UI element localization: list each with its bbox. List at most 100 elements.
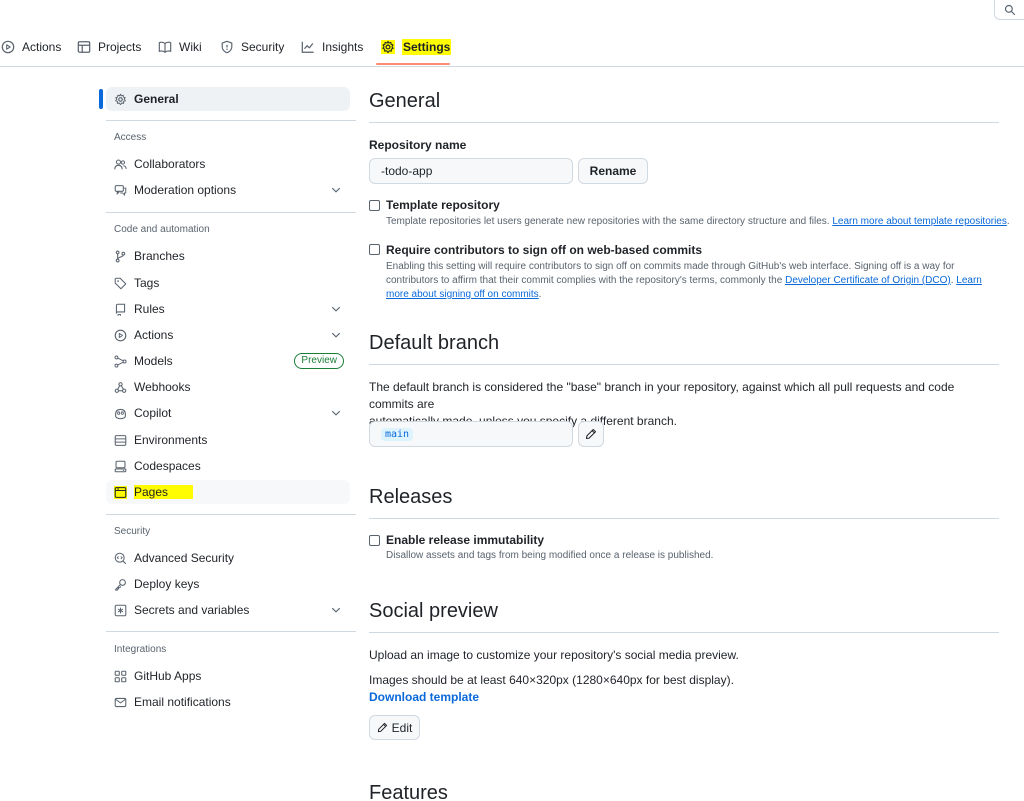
sidebar-item-label: Copilot [134, 406, 172, 420]
tab-label: Projects [98, 40, 142, 54]
sidebar-item-copilot[interactable]: Copilot [106, 401, 350, 425]
sidebar-item-label: Email notifications [134, 695, 231, 709]
section-title-default-branch: Default branch [369, 332, 500, 354]
description-text: Template repositories let users generate… [386, 216, 830, 227]
signoff-checkbox[interactable] [369, 244, 380, 255]
social-preview-description: Upload an image to customize your reposi… [369, 648, 739, 662]
selected-indicator [99, 89, 103, 109]
download-template-link[interactable]: Download template [369, 690, 479, 704]
sidebar-item-label: GitHub Apps [134, 669, 202, 683]
tab-label: Security [241, 40, 285, 54]
section-title-social-preview: Social preview [369, 600, 498, 622]
section-heading-access: Access [114, 132, 147, 143]
asterisk-icon [114, 604, 127, 616]
sidebar-item-tags[interactable]: Tags [106, 271, 350, 295]
sidebar-item-general[interactable]: General [106, 87, 350, 111]
repo-nav: Actions Projects Wiki Security Insights … [0, 0, 1024, 67]
play-circle-icon [114, 329, 127, 341]
section-title-releases: Releases [369, 486, 453, 508]
learn-more-template-link[interactable]: Learn more about template repositories [832, 216, 1007, 227]
description-line: more about signing off on commits. [386, 288, 996, 302]
tab-security[interactable]: Security [220, 36, 284, 58]
sidebar-item-label: Environments [134, 433, 208, 447]
description-line: Enabling this setting will require contr… [386, 261, 955, 272]
divider [369, 518, 999, 519]
search-button[interactable] [994, 0, 1024, 20]
sidebar-item-label: Deploy keys [134, 577, 200, 591]
edit-default-branch-button[interactable] [578, 421, 604, 447]
sidebar-item-webhooks[interactable]: Webhooks [106, 375, 350, 399]
default-branch-field: main [369, 421, 573, 447]
tab-label: Actions [22, 40, 62, 54]
comment-discussion-icon [114, 184, 127, 196]
section-title-general: General [369, 90, 441, 112]
template-repository-description: Template repositories let users generate… [386, 215, 1010, 229]
period: . [1006, 216, 1010, 227]
codescan-icon [114, 552, 127, 564]
sidebar-item-actions[interactable]: Actions [106, 323, 350, 347]
learn-more-signoff-link[interactable]: more about signing off on commits [386, 289, 539, 300]
book-icon [158, 41, 172, 53]
description-line: The default branch is considered the "ba… [369, 380, 955, 411]
period: . [538, 289, 542, 300]
sidebar-item-email-notifications[interactable]: Email notifications [106, 690, 350, 714]
release-immutability-checkbox[interactable] [369, 535, 380, 546]
webhook-icon [114, 381, 127, 393]
pencil-icon [377, 722, 387, 733]
repo-name-value: -todo-app [381, 164, 433, 178]
sidebar-item-models[interactable]: Models Preview [106, 349, 350, 373]
description-text: contributors to affirm that their commit… [386, 275, 783, 286]
chevron-down-icon [332, 332, 340, 338]
divider [106, 212, 356, 213]
social-preview-size-hint: Images should be at least 640×320px (128… [369, 673, 734, 687]
graph-icon [301, 41, 314, 53]
sidebar-item-branches[interactable]: Branches [106, 244, 350, 268]
server-icon [114, 434, 127, 446]
repo-name-input[interactable]: -todo-app [369, 158, 573, 184]
template-repository-checkbox[interactable] [369, 200, 380, 211]
tab-label: Settings [402, 39, 452, 55]
sidebar-item-deploy-keys[interactable]: Deploy keys [106, 572, 350, 596]
sidebar-item-codespaces[interactable]: Codespaces [106, 454, 350, 478]
release-immutability-description: Disallow assets and tags from being modi… [386, 550, 714, 561]
tab-label: Wiki [179, 40, 202, 54]
signoff-label: Require contributors to sign off on web-… [386, 243, 703, 257]
sidebar-item-moderation[interactable]: Moderation options [106, 178, 350, 202]
sidebar-item-advanced-security[interactable]: Advanced Security [106, 546, 350, 570]
sidebar-item-pages[interactable]: Pages [106, 480, 350, 504]
tag-icon [114, 277, 127, 289]
preview-badge: Preview [294, 353, 344, 369]
tab-insights[interactable]: Insights [301, 36, 363, 58]
tab-wiki[interactable]: Wiki [158, 36, 202, 58]
people-icon [114, 159, 127, 169]
play-circle-icon [1, 40, 15, 54]
tab-actions[interactable]: Actions [1, 36, 61, 58]
mail-icon [114, 697, 127, 707]
release-immutability-label: Enable release immutability [386, 533, 545, 547]
section-title-features: Features [369, 782, 448, 801]
divider [369, 632, 999, 633]
table-icon [77, 41, 91, 53]
gear-icon [381, 40, 395, 54]
ai-model-icon [114, 354, 127, 368]
sidebar-item-label: Advanced Security [134, 551, 235, 565]
sidebar-item-collaborators[interactable]: Collaborators [106, 152, 350, 176]
dco-link[interactable]: Developer Certificate of Origin (DCO) [785, 275, 951, 286]
template-repository-label: Template repository [386, 198, 500, 212]
learn-more-signoff-link-start[interactable]: Learn [956, 275, 982, 286]
button-label: Edit [391, 720, 413, 735]
gear-icon [115, 93, 126, 105]
sidebar-item-rules[interactable]: Rules [106, 297, 350, 321]
tab-projects[interactable]: Projects [77, 36, 141, 58]
sidebar-item-github-apps[interactable]: GitHub Apps [106, 664, 350, 688]
sidebar-item-secrets[interactable]: Secrets and variables [106, 598, 350, 622]
rename-button[interactable]: Rename [578, 158, 648, 184]
divider [369, 122, 999, 123]
edit-social-preview-button[interactable]: Edit [369, 715, 420, 740]
description-line: contributors to affirm that their commit… [386, 274, 996, 288]
chevron-down-icon [332, 187, 340, 193]
divider [106, 631, 356, 632]
signoff-description: Enabling this setting will require contr… [386, 260, 996, 302]
sidebar-item-environments[interactable]: Environments [106, 428, 350, 452]
tab-settings[interactable]: Settings [381, 36, 452, 58]
